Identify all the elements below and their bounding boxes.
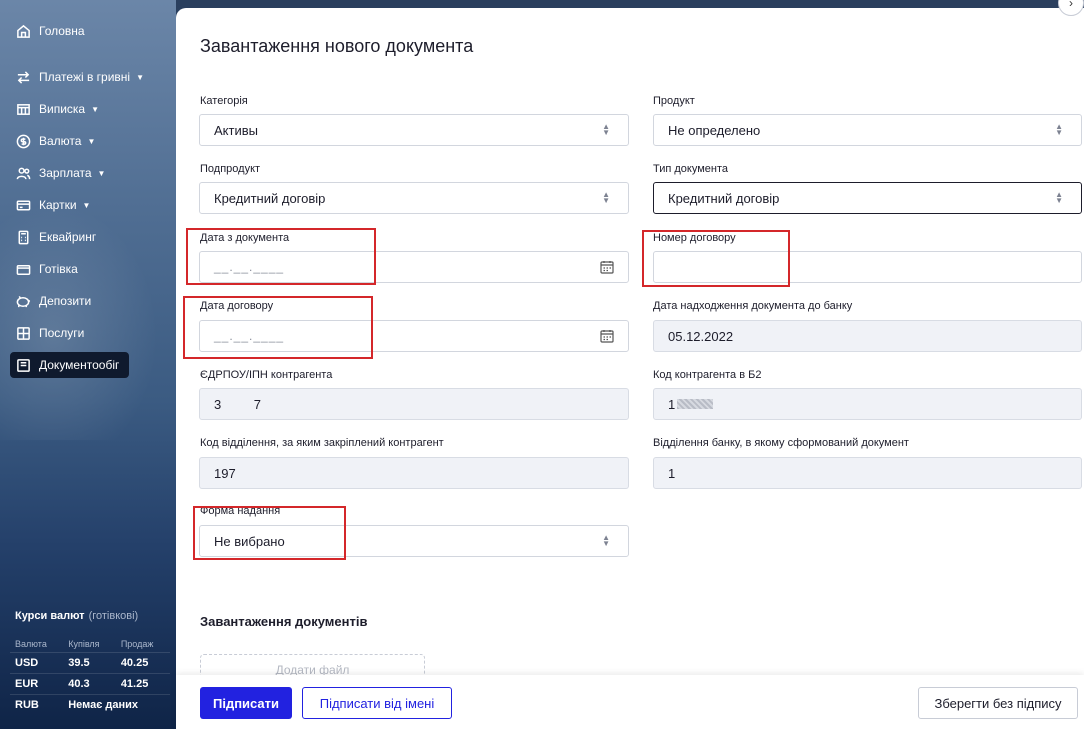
branch-code-label: Код відділення, за яким закріплений конт… [200,437,444,449]
transfer-icon [14,68,32,86]
sidebar-item-home[interactable]: Головна [10,18,91,44]
sidebar-item-salary[interactable]: Зарплата ▼ [10,160,111,186]
sidebar-item-label: Послуги [39,326,85,340]
sign-on-behalf-button[interactable]: Підписати від імені [302,687,452,719]
doc-date-input[interactable]: __.__.____ [199,251,629,283]
contract-number-input[interactable] [653,251,1082,283]
category-label: Категорія [200,95,248,107]
action-footer: Підписати Підписати від імені Зберегти б… [176,675,1084,729]
subproduct-select[interactable]: Кредитний договір ▲ ▼ [199,182,629,214]
save-unsigned-button[interactable]: Зберегти без підпису [918,687,1078,719]
sidebar: Головна Платежі в гривні ▼ Виписка ▼ Вал… [0,0,176,729]
sidebar-item-currency[interactable]: Валюта ▼ [10,128,101,154]
cash-icon [14,260,32,278]
branch-code-field: 197 [199,457,629,489]
edrpou-label: ЄДРПОУ/ІПН контрагента [200,369,333,381]
edrpou-field: 3 7 [199,388,629,420]
sort-arrows-icon: ▲ ▼ [602,533,610,548]
users-icon [14,164,32,182]
sidebar-item-label: Платежі в гривні [39,70,131,84]
received-date-field: 05.12.2022 [653,320,1082,352]
rates-title: Курси валют (готівкові) [15,610,139,622]
chevron-down-icon: ▼ [82,200,91,210]
sidebar-item-services[interactable]: Послуги [10,320,90,346]
terminal-icon [14,228,32,246]
statement-icon [14,100,32,118]
grid-icon [14,324,32,342]
chevron-right-icon: › [1069,0,1073,10]
contract-number-label: Номер договору [653,232,736,244]
rates-table: Валюта Купівля Продаж USD 39.5 40.25 EUR… [10,636,170,715]
document-icon [14,356,32,374]
rates-subtitle: (готівкові) [88,610,139,622]
calendar-icon[interactable] [600,260,614,277]
redacted-block [677,399,714,409]
chevron-down-icon: ▼ [136,72,145,82]
sidebar-item-label: Депозити [39,294,92,308]
sidebar-item-cash[interactable]: Готівка [10,256,84,282]
bank-branch-field: 1 [653,457,1082,489]
subproduct-label: Подпродукт [200,163,261,175]
table-row: RUB Немає даних [10,694,170,715]
doc-type-label: Тип документа [653,163,729,175]
counterparty-code-label: Код контрагента в Б2 [653,369,762,381]
table-row: USD 39.5 40.25 [10,652,170,674]
chevron-down-icon: ▼ [97,168,106,178]
sidebar-item-deposits[interactable]: Депозити [10,288,97,314]
counterparty-code-field: 1 [653,388,1082,420]
home-icon [14,22,32,40]
chevron-down-icon: ▼ [87,136,96,146]
sidebar-item-label: Документообіг [39,358,120,372]
rates-header: Валюта [15,639,47,649]
doc-date-label: Дата з документа [200,232,290,244]
sidebar-item-acquiring[interactable]: Еквайринг [10,224,102,250]
sidebar-item-label: Готівка [39,262,78,276]
piggy-bank-icon [14,292,32,310]
form-type-select[interactable]: Не вибрано ▲ ▼ [199,525,629,557]
product-label: Продукт [653,95,695,107]
sidebar-item-label: Виписка [39,102,86,116]
sidebar-item-label: Картки [39,198,77,212]
sidebar-item-label: Валюта [39,134,82,148]
received-date-label: Дата надходження документа до банку [653,300,853,312]
contract-date-label: Дата договору [200,300,274,312]
page-title: Завантаження нового документа [200,36,474,56]
sidebar-item-statement[interactable]: Виписка ▼ [10,96,105,122]
rates-header: Продаж [120,639,154,649]
currency-icon [14,132,32,150]
calendar-icon[interactable] [600,329,614,346]
category-select[interactable]: Активы ▲ ▼ [199,114,629,146]
sort-arrows-icon: ▲ ▼ [1055,190,1063,205]
bank-branch-label: Відділення банку, в якому сформований до… [653,437,909,449]
card-icon [14,196,32,214]
upload-section-title: Завантаження документів [200,614,368,629]
sort-arrows-icon: ▲ ▼ [602,122,610,137]
sidebar-item-label: Зарплата [39,166,92,180]
sign-button[interactable]: Підписати [200,687,292,719]
sidebar-item-cards[interactable]: Картки ▼ [10,192,96,218]
chevron-down-icon: ▼ [91,104,100,114]
sort-arrows-icon: ▲ ▼ [602,190,610,205]
contract-date-input[interactable]: __.__.____ [199,320,629,352]
doc-type-select[interactable]: Кредитний договір ▲ ▼ [653,182,1082,214]
sidebar-item-documents[interactable]: Документообіг [10,352,130,378]
product-select[interactable]: Не определено ▲ ▼ [653,114,1082,146]
form-type-label: Форма надання [200,505,281,517]
rates-header: Купівля [68,639,100,649]
sidebar-item-payments[interactable]: Платежі в гривні ▼ [10,64,150,90]
sidebar-item-label: Еквайринг [39,230,97,244]
table-row: EUR 40.3 41.25 [10,673,170,695]
sidebar-item-label: Головна [39,24,85,38]
sort-arrows-icon: ▲ ▼ [1055,122,1063,137]
